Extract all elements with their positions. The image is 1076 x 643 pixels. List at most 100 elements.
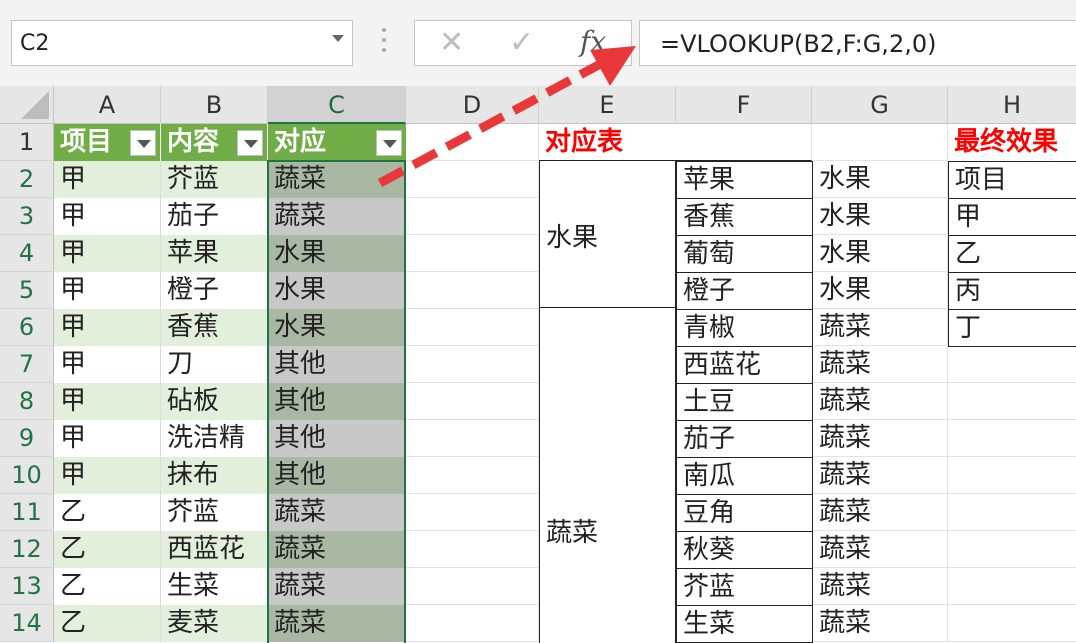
table-cell[interactable]: 蔬菜 [268, 605, 406, 642]
table-cell[interactable]: 甲 [54, 272, 161, 309]
grid-cell[interactable] [948, 383, 1076, 420]
row-header[interactable]: 13 [0, 568, 54, 605]
row-header[interactable]: 7 [0, 346, 54, 383]
table-cell[interactable]: 蔬菜 [268, 198, 406, 235]
table-cell[interactable]: 香蕉 [161, 309, 268, 346]
drag-handle-icon[interactable] [381, 28, 387, 58]
grid-cell[interactable] [406, 420, 539, 457]
table-cell[interactable]: 蔬菜 [268, 531, 406, 568]
lookup-cell[interactable]: 蔬菜 [813, 346, 948, 383]
lookup-cell[interactable]: 南瓜 [676, 457, 813, 495]
grid-cell[interactable] [948, 568, 1076, 605]
column-header-a[interactable]: A [54, 86, 161, 124]
row-header[interactable]: 5 [0, 272, 54, 309]
grid-cell[interactable] [676, 124, 812, 161]
table-cell[interactable]: 乙 [54, 568, 161, 605]
table-cell[interactable]: 其他 [268, 383, 406, 420]
table-cell[interactable]: 水果 [268, 235, 406, 272]
grid-cell[interactable] [406, 272, 539, 309]
grid-cell[interactable] [948, 457, 1076, 494]
column-header-f[interactable]: F [676, 86, 812, 124]
result-cell[interactable]: 甲 [948, 198, 1076, 236]
table-cell[interactable]: 抹布 [161, 457, 268, 494]
lookup-cell[interactable]: 蔬菜 [813, 494, 948, 531]
grid-cell[interactable] [948, 420, 1076, 457]
lookup-cell[interactable]: 香蕉 [676, 198, 813, 236]
grid-cell[interactable] [406, 457, 539, 494]
lookup-cell[interactable]: 豆角 [676, 494, 813, 532]
table-cell[interactable]: 其他 [268, 346, 406, 383]
lookup-cell[interactable]: 水果 [813, 198, 948, 235]
lookup-cell[interactable]: 蔬菜 [813, 605, 948, 642]
table-cell[interactable]: 其他 [268, 420, 406, 457]
grid-cell[interactable] [406, 161, 539, 198]
table-cell[interactable]: 甲 [54, 346, 161, 383]
table-cell[interactable]: 茄子 [161, 198, 268, 235]
result-cell[interactable]: 项目 [948, 161, 1076, 199]
table-cell[interactable]: 乙 [54, 531, 161, 568]
cancel-icon[interactable]: ✕ [439, 27, 464, 59]
lookup-cell[interactable]: 秋葵 [676, 531, 813, 569]
table-cell[interactable]: 芥蓝 [161, 161, 268, 198]
select-all-button[interactable] [0, 86, 54, 124]
table-cell[interactable]: 西蓝花 [161, 531, 268, 568]
grid-cell[interactable] [406, 605, 539, 642]
table-cell[interactable]: 甲 [54, 161, 161, 198]
name-box[interactable]: C2 [11, 20, 353, 66]
lookup-cell[interactable]: 青椒 [676, 309, 813, 347]
row-header[interactable]: 9 [0, 420, 54, 457]
grid-cell[interactable] [406, 568, 539, 605]
column-header-e[interactable]: E [539, 86, 676, 124]
lookup-cell[interactable]: 蔬菜 [813, 568, 948, 605]
lookup-cell[interactable]: 芥蓝 [676, 568, 813, 606]
table-cell[interactable]: 乙 [54, 605, 161, 642]
row-header[interactable]: 3 [0, 198, 54, 235]
result-cell[interactable]: 乙 [948, 235, 1076, 273]
table-cell[interactable]: 其他 [268, 457, 406, 494]
result-cell[interactable]: 丙 [948, 272, 1076, 310]
table-cell[interactable]: 洗洁精 [161, 420, 268, 457]
row-header[interactable]: 14 [0, 605, 54, 642]
row-header[interactable]: 8 [0, 383, 54, 420]
lookup-cell[interactable]: 苹果 [676, 161, 813, 199]
grid-cell[interactable] [406, 124, 539, 161]
table-cell[interactable]: 甲 [54, 309, 161, 346]
check-icon[interactable]: ✓ [509, 27, 534, 59]
column-header-d[interactable]: D [406, 86, 539, 124]
grid-cell[interactable] [406, 309, 539, 346]
chevron-down-icon[interactable] [332, 35, 344, 42]
table-cell[interactable]: 甲 [54, 235, 161, 272]
group-cell-fruit[interactable]: 水果 [539, 160, 676, 308]
table-cell[interactable]: 麦菜 [161, 605, 268, 642]
table-cell[interactable]: 芥蓝 [161, 494, 268, 531]
lookup-cell[interactable]: 生菜 [676, 605, 813, 643]
table-cell[interactable]: 水果 [268, 309, 406, 346]
table-cell[interactable]: 生菜 [161, 568, 268, 605]
table-cell[interactable]: 砧板 [161, 383, 268, 420]
column-header-h[interactable]: H [948, 86, 1076, 124]
grid-cell[interactable] [406, 531, 539, 568]
table-cell[interactable]: 甲 [54, 457, 161, 494]
column-header-c[interactable]: C [268, 86, 406, 124]
row-header[interactable]: 6 [0, 309, 54, 346]
table-cell[interactable]: 蔬菜 [268, 494, 406, 531]
table-cell[interactable]: 苹果 [161, 235, 268, 272]
lookup-cell[interactable]: 水果 [813, 272, 948, 309]
table-cell[interactable]: 蔬菜 [268, 568, 406, 605]
grid-cell[interactable] [406, 235, 539, 272]
lookup-cell[interactable]: 蔬菜 [813, 420, 948, 457]
filter-dropdown-icon[interactable] [130, 130, 156, 156]
lookup-cell[interactable]: 水果 [813, 235, 948, 272]
group-cell-veg[interactable]: 蔬菜 [539, 307, 676, 643]
table-cell[interactable]: 蔬菜 [268, 161, 406, 198]
row-header[interactable]: 11 [0, 494, 54, 531]
grid-cell[interactable] [948, 494, 1076, 531]
grid-cell[interactable] [406, 494, 539, 531]
row-header[interactable]: 2 [0, 161, 54, 198]
lookup-cell[interactable]: 蔬菜 [813, 457, 948, 494]
grid-cell[interactable] [406, 383, 539, 420]
grid-cell[interactable] [948, 605, 1076, 642]
column-header-g[interactable]: G [812, 86, 948, 124]
table-cell[interactable]: 甲 [54, 383, 161, 420]
row-header[interactable]: 12 [0, 531, 54, 568]
